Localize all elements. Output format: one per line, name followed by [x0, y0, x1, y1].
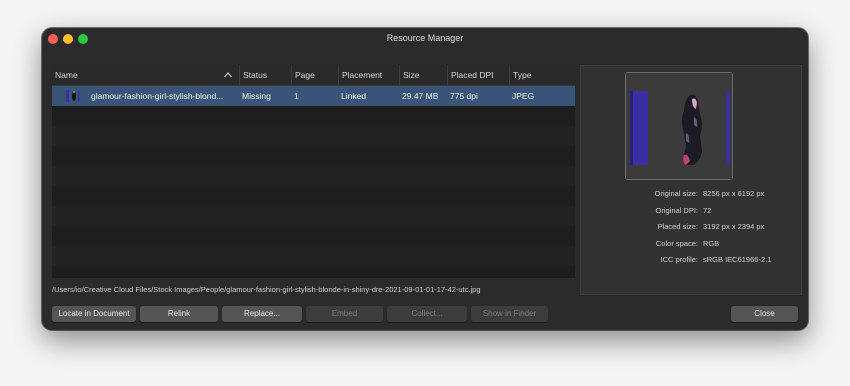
color-space-label: Color space:	[655, 239, 698, 248]
column-header-type[interactable]: Type	[509, 65, 575, 85]
color-space-row: Color space: RGB	[581, 239, 803, 251]
resource-table: Name Status Page Placement Size Placed D…	[52, 65, 575, 278]
icc-profile-row: ICC profile: sRGB IEC61966-2.1	[581, 255, 803, 267]
icc-profile-label: ICC profile:	[660, 255, 698, 264]
resource-manager-window: Resource Manager Name Status Page Placem…	[42, 28, 808, 330]
icc-profile-value: sRGB IEC61966-2.1	[703, 255, 772, 264]
cell-page: 1	[294, 91, 299, 101]
cell-placement: Linked	[341, 91, 367, 101]
original-dpi-label: Original DPI:	[655, 206, 698, 215]
empty-row	[52, 266, 575, 278]
show-in-finder-button[interactable]: Show in Finder	[471, 306, 548, 322]
collect-button[interactable]: Collect...	[387, 306, 467, 322]
window-title: Resource Manager	[386, 33, 464, 43]
column-header-page[interactable]: Page	[291, 65, 338, 85]
table-row[interactable]: glamour-fashion-girl-stylish-blond... Mi…	[52, 86, 575, 106]
cell-type: JPEG	[512, 91, 535, 101]
column-header-placement[interactable]: Placement	[338, 65, 399, 85]
replace-button[interactable]: Replace...	[222, 306, 302, 322]
original-dpi-value: 72	[703, 206, 712, 215]
close-button[interactable]: Close	[731, 306, 798, 322]
color-space-value: RGB	[703, 239, 720, 248]
empty-row	[52, 166, 575, 186]
image-thumbnail-icon	[66, 90, 80, 102]
original-size-value: 8256 px x 6192 px	[703, 189, 765, 198]
title-bar: Resource Manager	[42, 28, 808, 50]
empty-row	[52, 246, 575, 266]
empty-row	[52, 186, 575, 206]
locate-in-document-button[interactable]: Locate in Document	[52, 306, 136, 322]
empty-row	[52, 226, 575, 246]
column-header-status[interactable]: Status	[239, 65, 291, 85]
placed-size-label: Placed size:	[657, 222, 698, 231]
column-header-size[interactable]: Size	[399, 65, 447, 85]
empty-row	[52, 106, 575, 126]
cell-status: Missing	[242, 91, 271, 101]
column-header-name[interactable]: Name	[52, 65, 239, 85]
cell-placed-dpi: 775 dpi	[450, 91, 478, 101]
cell-size: 29.47 MB	[402, 91, 439, 101]
original-size-label: Original size:	[654, 189, 698, 198]
sort-ascending-icon[interactable]	[223, 70, 233, 80]
original-size-row: Original size: 8256 px x 6192 px	[581, 189, 803, 201]
relink-button[interactable]: Relink	[140, 306, 218, 322]
empty-row	[52, 146, 575, 166]
preview-panel: Original size: 8256 px x 6192 px Origina…	[580, 65, 802, 295]
table-header: Name Status Page Placement Size Placed D…	[52, 65, 575, 86]
preview-image	[626, 73, 732, 179]
embed-button[interactable]: Embed	[306, 306, 383, 322]
image-preview	[625, 72, 733, 180]
empty-row	[52, 126, 575, 146]
cell-name: glamour-fashion-girl-stylish-blond...	[91, 91, 224, 101]
empty-row	[52, 206, 575, 226]
file-path: /Users/io/Creative Cloud Files/Stock Ima…	[52, 285, 481, 294]
placed-size-row: Placed size: 3192 px x 2394 px	[581, 222, 803, 234]
column-header-placed-dpi[interactable]: Placed DPI	[447, 65, 509, 85]
placed-size-value: 3192 px x 2394 px	[703, 222, 765, 231]
original-dpi-row: Original DPI: 72	[581, 206, 803, 218]
